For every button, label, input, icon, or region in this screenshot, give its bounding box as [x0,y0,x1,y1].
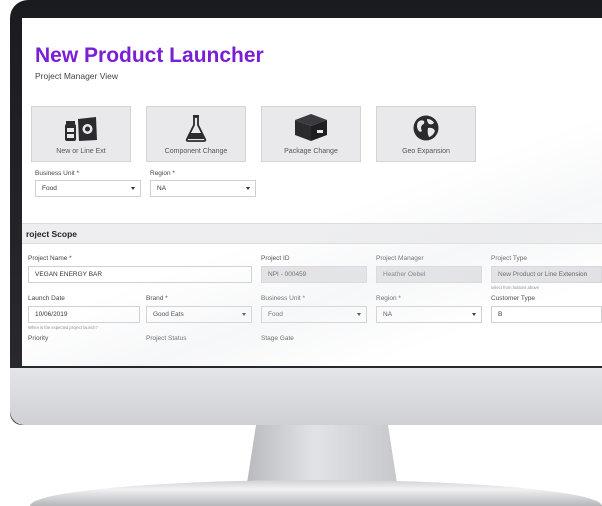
globe-icon [413,115,439,141]
stage-gate-label: Stage Gate [261,335,294,342]
brand-select[interactable]: Good Eats [146,306,252,323]
scope-business-unit-label: Business Unit * [261,295,306,302]
app-screen: New Product Launcher Project Manager Vie… [22,18,602,366]
project-type-field: New Product or Line Extension [491,266,602,283]
region-select[interactable]: NA [150,180,256,197]
tile-label: Geo Expansion [402,148,450,155]
tile-component-change[interactable]: Component Change [146,106,246,162]
chevron-down-icon [242,313,246,316]
chevron-down-icon [357,313,361,316]
region-value: NA [157,185,167,192]
tile-package-change[interactable]: Package Change [261,106,361,162]
project-status-label: Project Status [146,335,187,342]
region-label: Region * [150,170,175,177]
brand-label: Brand * [146,295,168,302]
monitor-stand-base [30,480,602,506]
chevron-down-icon [246,187,250,190]
flask-icon [185,115,207,142]
scope-business-unit-select[interactable]: Food [261,306,367,323]
project-manager-field: Heather Oebel [376,266,482,283]
monitor-stand-neck [247,425,397,483]
project-id-label: Project ID [261,255,290,262]
tile-new-or-line-ext[interactable]: New or Line Ext [31,106,131,162]
project-name-input[interactable]: VEGAN ENERGY BAR [28,266,252,283]
business-unit-label: Business Unit * [35,170,80,177]
box-icon [295,114,327,141]
customer-type-label: Customer Type [491,295,535,302]
business-unit-value: Food [42,185,57,192]
tile-label: New or Line Ext [56,148,106,155]
chevron-down-icon [131,187,135,190]
priority-label: Priority [28,335,49,342]
project-manager-label: Project Manager [376,255,424,262]
project-id-field: NPI - 000459 [261,266,367,283]
customer-type-input[interactable]: B [491,306,602,323]
scope-region-label: Region * [376,295,401,302]
chevron-down-icon [472,313,476,316]
scope-region-select[interactable]: NA [376,306,482,323]
project-name-label: Project Name * [28,255,72,262]
launch-date-label: Launch Date [28,295,65,302]
page-title: New Product Launcher [35,44,264,67]
tile-geo-expansion[interactable]: Geo Expansion [376,106,476,162]
brand-value: Good Eats [153,311,184,318]
snack-products-icon [65,117,97,141]
launch-date-input[interactable]: 10/06/2019 [28,306,140,323]
monitor-chin [10,368,602,425]
page-subtitle: Project Manager View [35,71,118,81]
tile-label: Component Change [164,148,228,155]
tile-label: Package Change [284,148,338,155]
business-unit-select[interactable]: Food [35,180,141,197]
project-type-hint: select from buttons above [491,285,539,290]
scope-region-value: NA [383,311,393,318]
project-type-label: Project Type [491,255,528,262]
project-scope-header: roject Scope [22,223,602,244]
scope-business-unit-value: Food [268,311,283,318]
launch-date-hint: When is the expected project launch? [28,325,98,330]
